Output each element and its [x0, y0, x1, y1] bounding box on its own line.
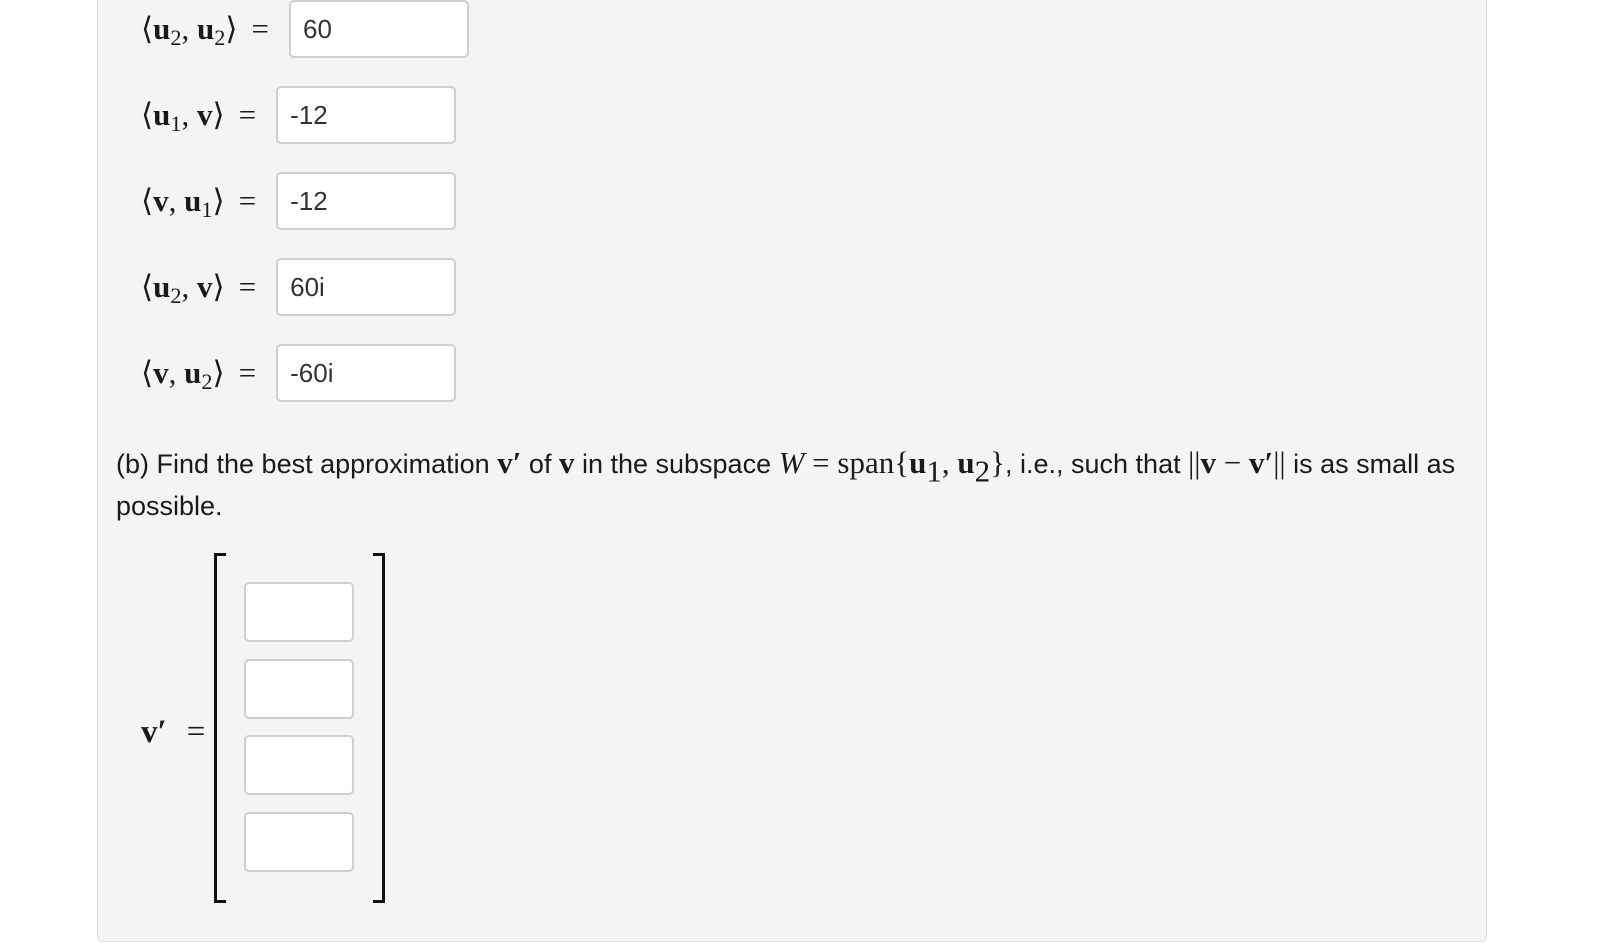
equals-sign: =	[238, 269, 257, 304]
inner-product-row-u1-v: ⟨u1, v⟩ =	[141, 85, 457, 145]
inner-product-expression: ⟨u1, v⟩	[141, 97, 225, 137]
inner-product-u2-v-input[interactable]	[276, 258, 457, 316]
equals-sign: =	[238, 97, 257, 132]
inner-product-row-u2-v: ⟨u2, v⟩ =	[141, 257, 457, 317]
vprime-entry-3-input[interactable]	[244, 735, 354, 795]
part-b-question: (b) Find the best approximation v′ of v …	[116, 445, 1456, 521]
inner-product-v-u2-input[interactable]	[276, 344, 457, 402]
left-bracket	[214, 553, 226, 903]
inner-product-v-u1-input[interactable]	[276, 172, 457, 230]
inner-product-row-v-u2: ⟨v, u2⟩ =	[141, 343, 457, 403]
inner-product-row-u2-u2: ⟨u2, u2⟩ =	[141, 0, 470, 59]
inner-product-row-v-u1: ⟨v, u1⟩ =	[141, 171, 457, 231]
vprime-entry-4-input[interactable]	[244, 812, 354, 872]
inner-product-u2-u2-input[interactable]	[289, 0, 470, 58]
equals-sign: =	[238, 183, 257, 218]
vprime-label: v′ =	[141, 713, 206, 750]
inner-product-expression: ⟨u2, v⟩	[141, 269, 225, 309]
vprime-entry-1-input[interactable]	[244, 582, 354, 642]
inner-product-expression: ⟨u2, u2⟩	[141, 11, 238, 51]
equals-sign: =	[238, 355, 257, 390]
equals-sign: =	[251, 11, 270, 46]
inner-product-expression: ⟨v, u1⟩	[141, 183, 225, 223]
inner-product-u1-v-input[interactable]	[276, 86, 457, 144]
inner-product-expression: ⟨v, u2⟩	[141, 355, 225, 395]
vprime-entry-2-input[interactable]	[244, 659, 354, 719]
right-bracket	[373, 553, 385, 903]
